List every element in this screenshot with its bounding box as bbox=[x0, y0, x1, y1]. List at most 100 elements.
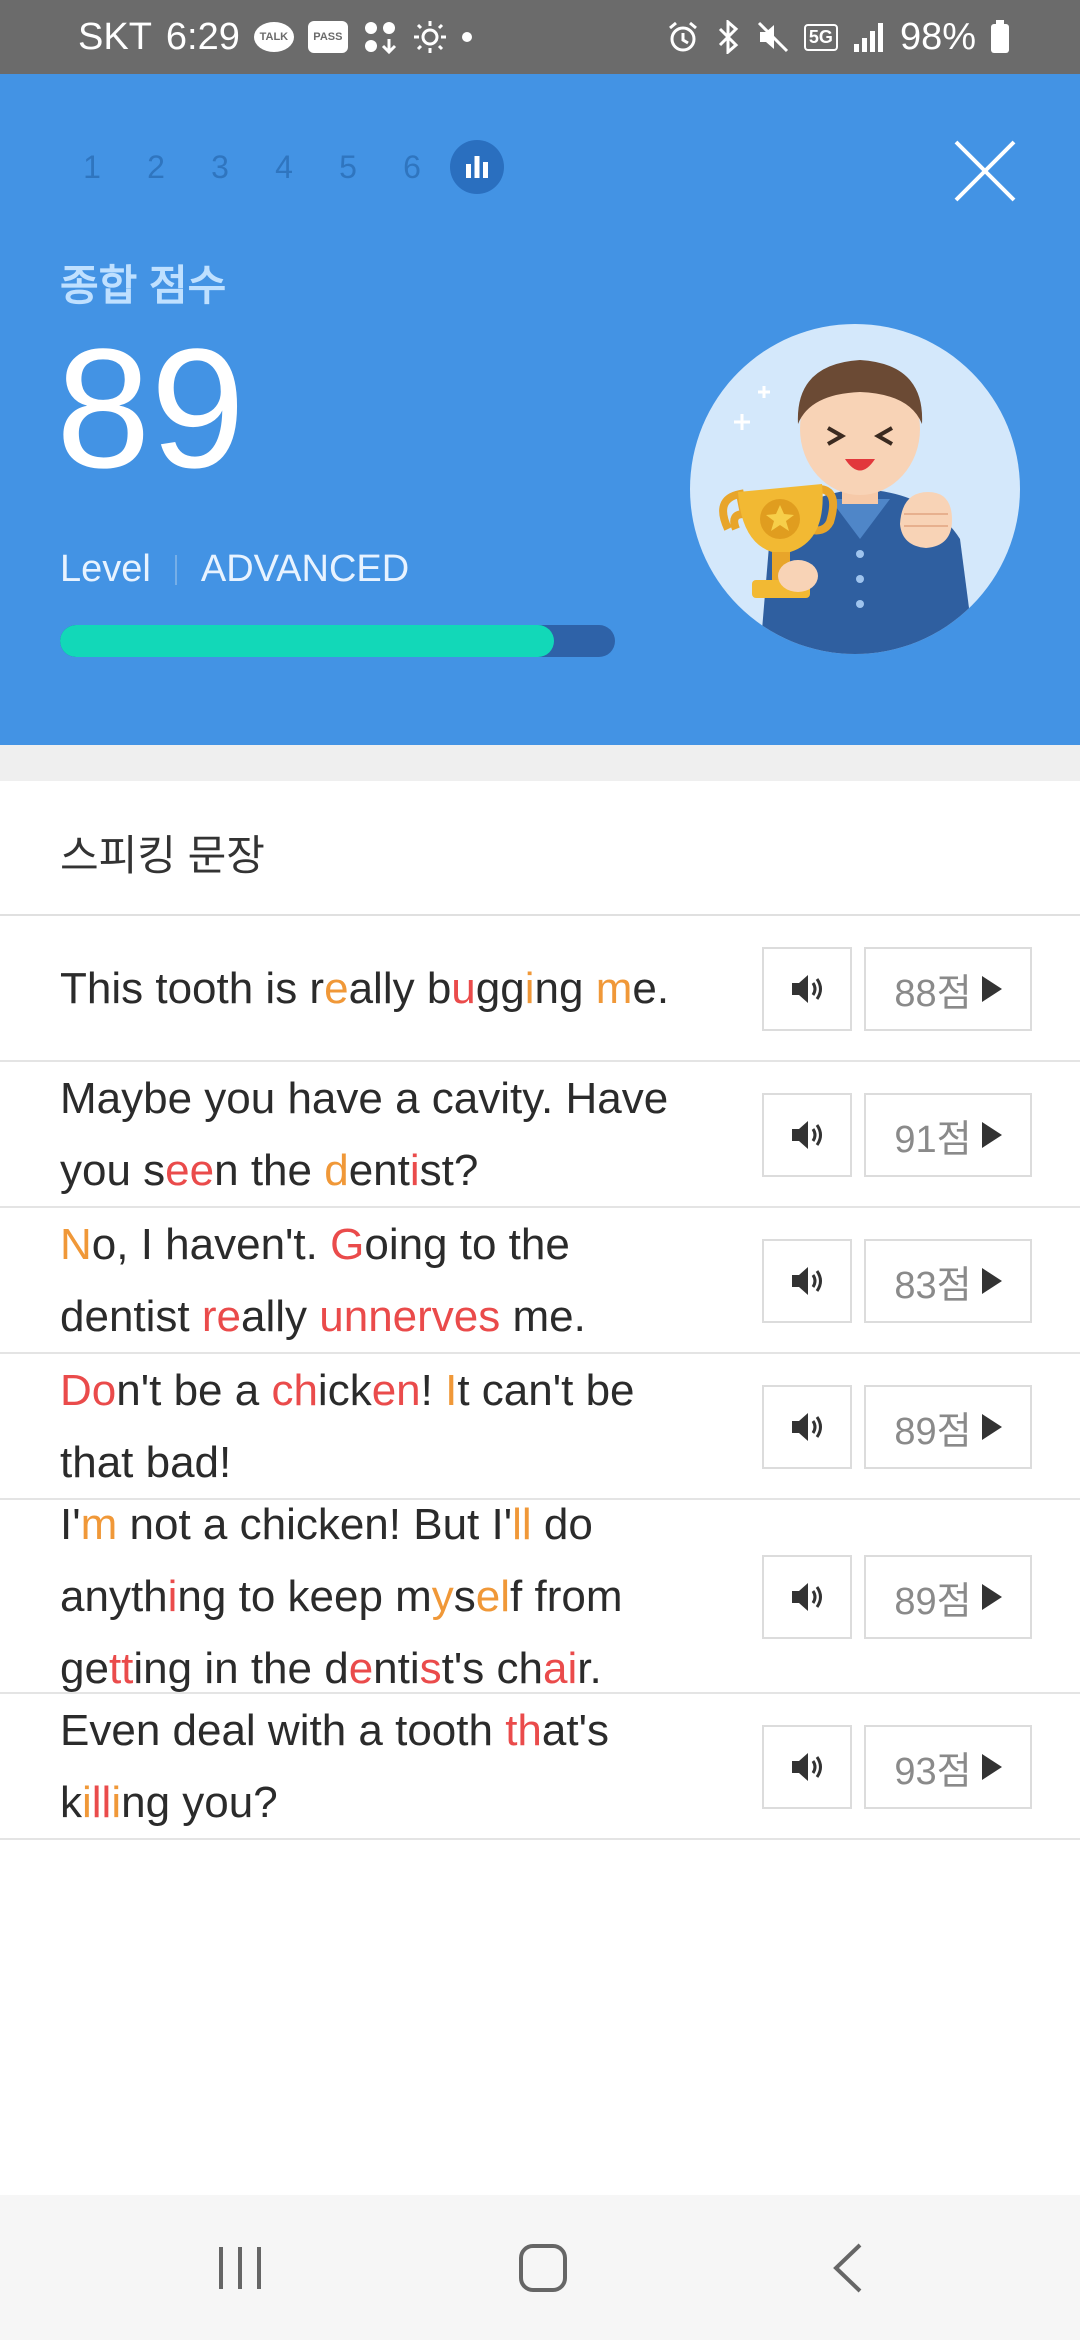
system-nav-bar bbox=[0, 2195, 1080, 2340]
play-audio-button[interactable] bbox=[762, 1385, 852, 1469]
battery-percent: 98% bbox=[899, 15, 976, 58]
sentence-score-label: 91점 bbox=[894, 1118, 972, 1161]
speaker-icon bbox=[792, 1121, 822, 1149]
mispronounced-segment: G bbox=[330, 1220, 365, 1269]
mispronounced-segment: e bbox=[348, 1644, 374, 1693]
step-4[interactable]: 4 bbox=[252, 149, 316, 186]
sentence-text: Don't be a chicken! It can't be that bad! bbox=[60, 1355, 740, 1499]
sentence-row[interactable]: I'm not a chicken! But I'll do anything t… bbox=[0, 1500, 1080, 1694]
section-gap bbox=[0, 745, 1080, 781]
sentence-row[interactable]: No, I haven't. Going to the dentist reall… bbox=[0, 1208, 1080, 1354]
speaker-icon bbox=[792, 1753, 822, 1781]
play-audio-button[interactable] bbox=[762, 947, 852, 1031]
recent-apps-icon[interactable] bbox=[180, 2195, 300, 2340]
play-audio-button[interactable] bbox=[762, 1093, 852, 1177]
step-5[interactable]: 5 bbox=[316, 149, 380, 186]
home-icon[interactable] bbox=[483, 2195, 603, 2340]
battery-icon bbox=[990, 20, 1010, 54]
sentence-score-button[interactable]: 88점 bbox=[864, 947, 1032, 1031]
sentence-row[interactable]: Even deal with a tooth that's killing you… bbox=[0, 1694, 1080, 1840]
sentence-text: Even deal with a tooth that's killing you… bbox=[60, 1695, 740, 1839]
sentence-score-button[interactable]: 91점 bbox=[864, 1093, 1032, 1177]
sentence-score-label: 83점 bbox=[894, 1264, 972, 1307]
sentence-segment: at's bbox=[541, 1706, 609, 1755]
weak-segment: m bbox=[595, 964, 633, 1013]
play-triangle-icon bbox=[981, 1122, 1002, 1148]
sentence-score-button[interactable]: 89점 bbox=[864, 1385, 1032, 1469]
sentence-segment: r. bbox=[577, 1644, 602, 1693]
sentence-segment: t's ch bbox=[441, 1644, 543, 1693]
sentence-segment: Maybe you have a cavity. Have bbox=[60, 1074, 669, 1123]
level-row: Level ADVANCED bbox=[60, 548, 409, 591]
sentence-score-label: 93점 bbox=[894, 1750, 972, 1793]
mute-icon bbox=[756, 20, 790, 54]
sentence-segment: I' bbox=[60, 1500, 81, 1549]
weak-segment: y bbox=[431, 1572, 454, 1621]
play-audio-button[interactable] bbox=[762, 1555, 852, 1639]
speaking-sentences-title: 스피킹 문장 bbox=[60, 832, 265, 879]
sentence-line: Even deal with a tooth that's bbox=[60, 1695, 740, 1767]
sentence-line: No, I haven't. Going to the bbox=[60, 1209, 740, 1281]
sentence-row[interactable]: This tooth is really bugging me. 88점 bbox=[0, 916, 1080, 1062]
level-progress-bar bbox=[60, 625, 615, 657]
weak-segment: m bbox=[80, 1500, 118, 1549]
level-label: Level bbox=[60, 548, 151, 590]
play-triangle-icon bbox=[981, 1414, 1002, 1440]
notification-dot-icon bbox=[461, 32, 472, 42]
speaker-icon bbox=[792, 1413, 822, 1441]
sentence-segment: This tooth is r bbox=[60, 964, 325, 1013]
play-audio-button[interactable] bbox=[762, 1725, 852, 1809]
mispronounced-segment: s bbox=[419, 1644, 442, 1693]
level-value: ADVANCED bbox=[200, 548, 410, 590]
mispronounced-segment: re bbox=[201, 1292, 241, 1341]
close-icon[interactable] bbox=[950, 136, 1020, 206]
trophy-character-illustration bbox=[690, 324, 1020, 654]
sentence-segment: n't be a bbox=[116, 1366, 272, 1415]
sentence-segment: ! bbox=[420, 1366, 446, 1415]
mispronounced-segment: ll bbox=[91, 1778, 112, 1827]
total-score-label: 종합 점수 bbox=[60, 262, 227, 309]
step-3[interactable]: 3 bbox=[188, 149, 252, 186]
back-icon[interactable] bbox=[788, 2195, 908, 2340]
sentence-row[interactable]: Maybe you have a cavity. Have you seen th… bbox=[0, 1062, 1080, 1208]
sentence-segment: ick bbox=[317, 1366, 372, 1415]
sentence-line: dentist really unnerves me. bbox=[60, 1281, 740, 1353]
sentence-segment: nti bbox=[373, 1644, 420, 1693]
sentence-segment: anyth bbox=[60, 1572, 168, 1621]
sentence-score-label: 88점 bbox=[894, 972, 972, 1015]
sentence-segment: ing in the d bbox=[133, 1644, 349, 1693]
mispronounced-segment: ee bbox=[165, 1146, 215, 1195]
bar-chart-icon[interactable] bbox=[450, 140, 504, 194]
sentence-line: This tooth is really bugging me. bbox=[60, 953, 740, 1025]
sentence-segment: not a chicken! But I' bbox=[117, 1500, 513, 1549]
sentence-segment: dentist bbox=[60, 1292, 202, 1341]
sentence-segment: ng you? bbox=[121, 1778, 278, 1827]
play-audio-button[interactable] bbox=[762, 1239, 852, 1323]
sentence-line: I'm not a chicken! But I'll do bbox=[60, 1489, 740, 1561]
sentence-text: This tooth is really bugging me. bbox=[60, 953, 740, 1025]
sentence-score-button[interactable]: 93점 bbox=[864, 1725, 1032, 1809]
sentence-text: Maybe you have a cavity. Have you seen th… bbox=[60, 1063, 740, 1207]
sentence-line: you seen the dentist? bbox=[60, 1135, 740, 1207]
mispronounced-segment: tt bbox=[108, 1644, 134, 1693]
play-triangle-icon bbox=[981, 1584, 1002, 1610]
sentence-segment: o, I haven't. bbox=[91, 1220, 331, 1269]
level-progress-fill bbox=[60, 625, 554, 657]
step-1[interactable]: 1 bbox=[60, 149, 124, 186]
step-6[interactable]: 6 bbox=[380, 149, 444, 186]
mispronounced-segment: ai bbox=[542, 1644, 578, 1693]
score-header: 1 2 3 4 5 6 종합 점수 89 Level ADVANCED bbox=[0, 74, 1080, 745]
speaker-icon bbox=[792, 1583, 822, 1611]
sentence-segment: n the bbox=[214, 1146, 325, 1195]
sentence-score-button[interactable]: 89점 bbox=[864, 1555, 1032, 1639]
sentence-segment: ng bbox=[534, 964, 596, 1013]
mispronounced-segment: u bbox=[451, 964, 476, 1013]
sparkle-icon bbox=[734, 386, 770, 430]
sentence-score-button[interactable]: 83점 bbox=[864, 1239, 1032, 1323]
sentence-list: This tooth is really bugging me. 88점 Maybe… bbox=[0, 916, 1080, 1840]
play-triangle-icon bbox=[981, 1754, 1002, 1780]
step-2[interactable]: 2 bbox=[124, 149, 188, 186]
weak-segment: d bbox=[324, 1146, 349, 1195]
sentence-segment: e. bbox=[632, 964, 670, 1013]
sentence-row[interactable]: Don't be a chicken! It can't be that bad!… bbox=[0, 1354, 1080, 1500]
